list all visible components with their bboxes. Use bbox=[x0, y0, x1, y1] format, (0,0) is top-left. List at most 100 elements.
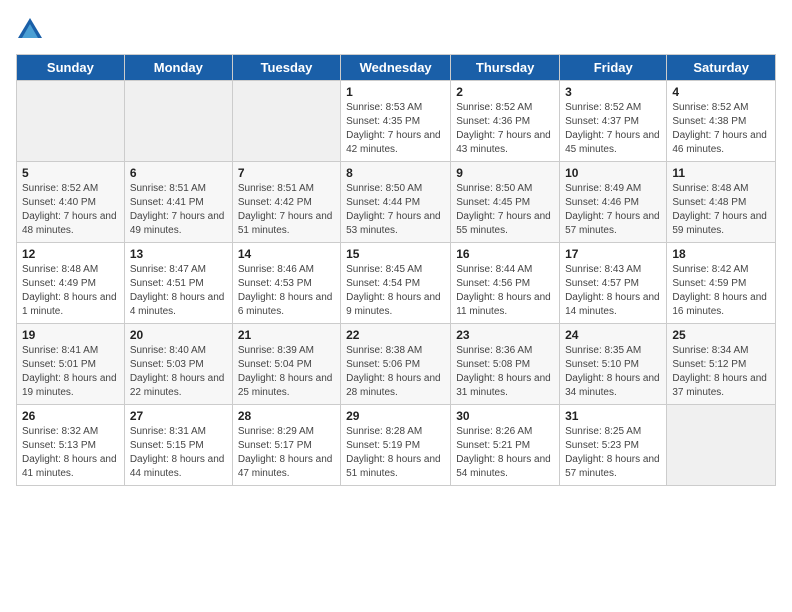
day-number: 12 bbox=[22, 247, 119, 261]
day-info: Sunrise: 8:39 AMSunset: 5:04 PMDaylight:… bbox=[238, 344, 335, 400]
calendar-cell: 10Sunrise: 8:49 AMSunset: 4:46 PMDayligh… bbox=[560, 162, 667, 243]
calendar-cell: 16Sunrise: 8:44 AMSunset: 4:56 PMDayligh… bbox=[451, 243, 560, 324]
calendar-cell: 19 Sunrise: 8:41 AMSunset: 5:01 PMDayligh… bbox=[17, 324, 125, 405]
calendar-cell: 31 Sunrise: 8:25 AMSunset: 5:23 PMDayligh… bbox=[560, 405, 667, 486]
day-number: 10 bbox=[565, 166, 661, 180]
day-info: Sunrise: 8:32 AMSunset: 5:13 PMDaylight:… bbox=[22, 425, 119, 481]
day-info: Sunrise: 8:50 AMSunset: 4:44 PMDaylight:… bbox=[346, 182, 445, 238]
day-number: 2 bbox=[456, 85, 554, 99]
day-number: 15 bbox=[346, 247, 445, 261]
day-info: Sunrise: 8:36 AMSunset: 5:08 PMDaylight:… bbox=[456, 344, 554, 400]
calendar-cell: 30 Sunrise: 8:26 AMSunset: 5:21 PMDayligh… bbox=[451, 405, 560, 486]
calendar-cell: 25 Sunrise: 8:34 AMSunset: 5:12 PMDayligh… bbox=[667, 324, 776, 405]
day-info: Sunrise: 8:44 AMSunset: 4:56 PMDaylight:… bbox=[456, 263, 554, 319]
calendar-cell: 2 Sunrise: 8:52 AMSunset: 4:36 PMDaylight… bbox=[451, 81, 560, 162]
day-number: 13 bbox=[130, 247, 227, 261]
day-info: Sunrise: 8:26 AMSunset: 5:21 PMDaylight:… bbox=[456, 425, 554, 481]
calendar-cell: 27Sunrise: 8:31 AMSunset: 5:15 PMDayligh… bbox=[124, 405, 232, 486]
day-info: Sunrise: 8:41 AMSunset: 5:01 PMDaylight:… bbox=[22, 344, 119, 400]
day-number: 26 bbox=[22, 409, 119, 423]
calendar-cell: 3Sunrise: 8:52 AMSunset: 4:37 PMDaylight… bbox=[560, 81, 667, 162]
logo bbox=[16, 16, 48, 44]
day-number: 14 bbox=[238, 247, 335, 261]
weekday-header-thursday: Thursday bbox=[451, 55, 560, 81]
calendar-cell: 21 Sunrise: 8:39 AMSunset: 5:04 PMDayligh… bbox=[232, 324, 340, 405]
calendar-cell: 26 Sunrise: 8:32 AMSunset: 5:13 PMDayligh… bbox=[17, 405, 125, 486]
day-info: Sunrise: 8:48 AMSunset: 4:49 PMDaylight:… bbox=[22, 263, 119, 319]
calendar-cell: 28 Sunrise: 8:29 AMSunset: 5:17 PMDayligh… bbox=[232, 405, 340, 486]
day-number: 4 bbox=[672, 85, 770, 99]
day-info: Sunrise: 8:25 AMSunset: 5:23 PMDaylight:… bbox=[565, 425, 661, 481]
week-row-4: 19 Sunrise: 8:41 AMSunset: 5:01 PMDayligh… bbox=[17, 324, 776, 405]
calendar-cell bbox=[232, 81, 340, 162]
day-info: Sunrise: 8:43 AMSunset: 4:57 PMDaylight:… bbox=[565, 263, 661, 319]
day-info: Sunrise: 8:53 AMSunset: 4:35 PMDaylight:… bbox=[346, 101, 445, 157]
calendar: SundayMondayTuesdayWednesdayThursdayFrid… bbox=[16, 54, 776, 486]
calendar-cell: 29 Sunrise: 8:28 AMSunset: 5:19 PMDayligh… bbox=[341, 405, 451, 486]
day-info: Sunrise: 8:34 AMSunset: 5:12 PMDaylight:… bbox=[672, 344, 770, 400]
week-row-2: 5Sunrise: 8:52 AMSunset: 4:40 PMDaylight… bbox=[17, 162, 776, 243]
weekday-header-saturday: Saturday bbox=[667, 55, 776, 81]
weekday-header-wednesday: Wednesday bbox=[341, 55, 451, 81]
calendar-cell: 13 Sunrise: 8:47 AMSunset: 4:51 PMDayligh… bbox=[124, 243, 232, 324]
calendar-cell: 1 Sunrise: 8:53 AMSunset: 4:35 PMDaylight… bbox=[341, 81, 451, 162]
day-info: Sunrise: 8:28 AMSunset: 5:19 PMDaylight:… bbox=[346, 425, 445, 481]
weekday-header-monday: Monday bbox=[124, 55, 232, 81]
day-info: Sunrise: 8:52 AMSunset: 4:40 PMDaylight:… bbox=[22, 182, 119, 238]
day-number: 6 bbox=[130, 166, 227, 180]
weekday-header-sunday: Sunday bbox=[17, 55, 125, 81]
week-row-1: 1 Sunrise: 8:53 AMSunset: 4:35 PMDaylight… bbox=[17, 81, 776, 162]
day-info: Sunrise: 8:42 AMSunset: 4:59 PMDaylight:… bbox=[672, 263, 770, 319]
weekday-header-row: SundayMondayTuesdayWednesdayThursdayFrid… bbox=[17, 55, 776, 81]
day-info: Sunrise: 8:35 AMSunset: 5:10 PMDaylight:… bbox=[565, 344, 661, 400]
day-number: 11 bbox=[672, 166, 770, 180]
week-row-3: 12 Sunrise: 8:48 AMSunset: 4:49 PMDayligh… bbox=[17, 243, 776, 324]
day-number: 28 bbox=[238, 409, 335, 423]
calendar-cell: 4Sunrise: 8:52 AMSunset: 4:38 PMDaylight… bbox=[667, 81, 776, 162]
calendar-cell: 12 Sunrise: 8:48 AMSunset: 4:49 PMDayligh… bbox=[17, 243, 125, 324]
weekday-header-friday: Friday bbox=[560, 55, 667, 81]
day-info: Sunrise: 8:46 AMSunset: 4:53 PMDaylight:… bbox=[238, 263, 335, 319]
calendar-cell: 23 Sunrise: 8:36 AMSunset: 5:08 PMDayligh… bbox=[451, 324, 560, 405]
day-number: 30 bbox=[456, 409, 554, 423]
day-number: 22 bbox=[346, 328, 445, 342]
day-number: 19 bbox=[22, 328, 119, 342]
day-info: Sunrise: 8:48 AMSunset: 4:48 PMDaylight:… bbox=[672, 182, 770, 238]
calendar-cell: 24 Sunrise: 8:35 AMSunset: 5:10 PMDayligh… bbox=[560, 324, 667, 405]
calendar-cell: 22Sunrise: 8:38 AMSunset: 5:06 PMDayligh… bbox=[341, 324, 451, 405]
day-number: 29 bbox=[346, 409, 445, 423]
weekday-header-tuesday: Tuesday bbox=[232, 55, 340, 81]
day-number: 18 bbox=[672, 247, 770, 261]
day-number: 31 bbox=[565, 409, 661, 423]
day-info: Sunrise: 8:31 AMSunset: 5:15 PMDaylight:… bbox=[130, 425, 227, 481]
week-row-5: 26 Sunrise: 8:32 AMSunset: 5:13 PMDayligh… bbox=[17, 405, 776, 486]
day-number: 17 bbox=[565, 247, 661, 261]
day-info: Sunrise: 8:50 AMSunset: 4:45 PMDaylight:… bbox=[456, 182, 554, 238]
calendar-cell: 14 Sunrise: 8:46 AMSunset: 4:53 PMDayligh… bbox=[232, 243, 340, 324]
day-number: 7 bbox=[238, 166, 335, 180]
day-info: Sunrise: 8:40 AMSunset: 5:03 PMDaylight:… bbox=[130, 344, 227, 400]
day-info: Sunrise: 8:52 AMSunset: 4:36 PMDaylight:… bbox=[456, 101, 554, 157]
day-info: Sunrise: 8:47 AMSunset: 4:51 PMDaylight:… bbox=[130, 263, 227, 319]
page-header bbox=[16, 16, 776, 44]
calendar-cell: 8 Sunrise: 8:50 AMSunset: 4:44 PMDaylight… bbox=[341, 162, 451, 243]
calendar-cell: 5Sunrise: 8:52 AMSunset: 4:40 PMDaylight… bbox=[17, 162, 125, 243]
day-number: 23 bbox=[456, 328, 554, 342]
day-info: Sunrise: 8:45 AMSunset: 4:54 PMDaylight:… bbox=[346, 263, 445, 319]
day-number: 8 bbox=[346, 166, 445, 180]
day-number: 25 bbox=[672, 328, 770, 342]
day-info: Sunrise: 8:51 AMSunset: 4:41 PMDaylight:… bbox=[130, 182, 227, 238]
day-number: 21 bbox=[238, 328, 335, 342]
day-info: Sunrise: 8:29 AMSunset: 5:17 PMDaylight:… bbox=[238, 425, 335, 481]
day-number: 1 bbox=[346, 85, 445, 99]
calendar-cell: 7Sunrise: 8:51 AMSunset: 4:42 PMDaylight… bbox=[232, 162, 340, 243]
day-info: Sunrise: 8:52 AMSunset: 4:37 PMDaylight:… bbox=[565, 101, 661, 157]
day-number: 20 bbox=[130, 328, 227, 342]
day-number: 24 bbox=[565, 328, 661, 342]
calendar-cell: 20 Sunrise: 8:40 AMSunset: 5:03 PMDayligh… bbox=[124, 324, 232, 405]
calendar-cell: 15 Sunrise: 8:45 AMSunset: 4:54 PMDayligh… bbox=[341, 243, 451, 324]
calendar-cell bbox=[17, 81, 125, 162]
calendar-cell: 17 Sunrise: 8:43 AMSunset: 4:57 PMDayligh… bbox=[560, 243, 667, 324]
logo-icon bbox=[16, 16, 44, 44]
calendar-cell: 18 Sunrise: 8:42 AMSunset: 4:59 PMDayligh… bbox=[667, 243, 776, 324]
